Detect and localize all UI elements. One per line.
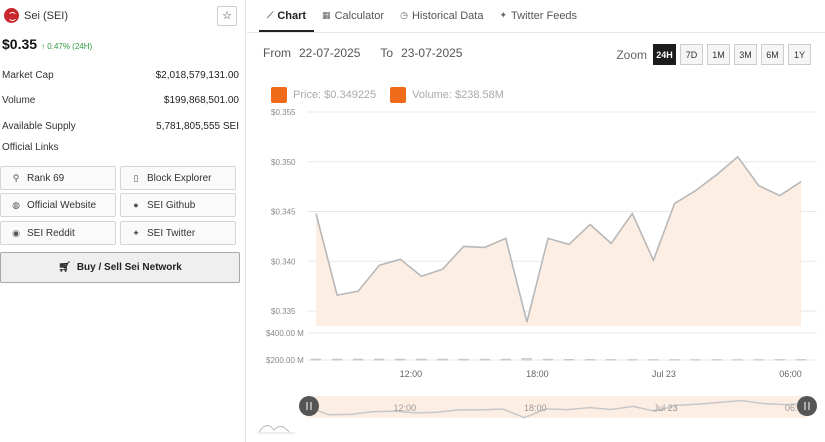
volume-bar [479, 358, 490, 361]
volume-bar [310, 358, 322, 361]
official-links-title: Official Links [2, 142, 59, 153]
rank-label: Rank 69 [27, 172, 65, 184]
volume-bar [331, 358, 343, 361]
cart-icon: 🛒︎ [58, 262, 71, 273]
navigator-x-label: 18:00 [524, 403, 547, 413]
block-explorer-button[interactable]: ▯ Block Explorer [120, 166, 236, 190]
navigator-right-handle[interactable] [797, 396, 817, 416]
github-label: SEI Github [147, 199, 196, 211]
price-volume-chart[interactable]: $0.355 $0.350 $0.345 $0.340 $0.335 $400.00 M $… [247, 0, 825, 442]
block-explorer-label: Block Explorer [147, 172, 212, 184]
volume-bar [416, 358, 427, 361]
navigator-x-label: Jul 23 [654, 403, 678, 413]
price-axis-label: $0.335 [271, 307, 296, 316]
volume-axis-label: $200.00 M [266, 356, 304, 365]
stat-label: Available Supply [2, 121, 76, 132]
official-website-label: Official Website [27, 199, 97, 211]
volume-bar [437, 358, 448, 361]
stat-volume: Volume $199,868,501.00 [2, 95, 239, 106]
volume-bar [542, 358, 554, 361]
volume-bar [500, 358, 511, 361]
stat-available-supply: Available Supply 5,781,805,555 SEI [2, 121, 239, 132]
twitter-icon: ✦ [132, 227, 140, 238]
volume-axis-label: $400.00 M [266, 329, 304, 338]
price-change-badge: ↑ 0.47% (24H) [41, 42, 93, 51]
price-axis-label: $0.350 [271, 158, 296, 167]
coin-name: Sei (SEI) [24, 9, 69, 22]
github-icon: ● [133, 200, 139, 210]
stat-label: Market Cap [2, 70, 54, 81]
reddit-button[interactable]: ◉ SEI Reddit [0, 221, 116, 245]
reddit-icon: ◉ [12, 227, 20, 238]
buy-sell-button[interactable]: 🛒︎ Buy / Sell Sei Network [0, 252, 240, 283]
rank-pin-icon: ⚲ [12, 172, 20, 183]
navigator-mini-series [258, 425, 290, 433]
coin-info-panel: Sei (SEI) ☆ $0.35 ↑ 0.47% (24H) Market C… [0, 0, 246, 442]
x-axis-label: Jul 23 [652, 369, 676, 379]
volume-bar [521, 358, 533, 361]
stat-label: Volume [2, 95, 36, 106]
star-icon: ☆ [222, 10, 232, 22]
reddit-label: SEI Reddit [27, 227, 75, 239]
x-axis-label: 18:00 [526, 369, 549, 379]
document-icon: ▯ [133, 172, 139, 183]
globe-icon: ◍ [12, 199, 20, 210]
volume-bar [395, 358, 406, 361]
navigator-x-label: 12:00 [394, 403, 417, 413]
coin-header: Sei (SEI) [4, 8, 68, 23]
stat-value: $2,018,579,131.00 [155, 70, 239, 81]
stat-market-cap: Market Cap $2,018,579,131.00 [2, 70, 239, 81]
navigator-selection [307, 396, 807, 418]
volume-bar [353, 358, 364, 361]
rank-button[interactable]: ⚲ Rank 69 [0, 166, 116, 190]
twitter-link-button[interactable]: ✦ SEI Twitter [120, 221, 236, 245]
sei-logo-icon [4, 8, 19, 23]
price-row: $0.35 ↑ 0.47% (24H) [2, 36, 92, 52]
x-axis-label: 06:00 [779, 369, 802, 379]
x-axis-label: 12:00 [400, 369, 423, 379]
volume-bar [458, 358, 469, 361]
favorite-star-button[interactable]: ☆ [217, 6, 237, 26]
volume-bar [374, 358, 385, 361]
chart-panel: ⟋ Chart ▦ Calculator ◷ Historical Data ✦… [247, 0, 825, 442]
price-axis-label: $0.355 [271, 108, 296, 117]
stat-value: $199,868,501.00 [163, 95, 239, 106]
navigator-left-handle[interactable] [299, 396, 319, 416]
price-axis-label: $0.340 [271, 257, 296, 266]
github-button[interactable]: ● SEI Github [120, 193, 236, 217]
volume-bar [563, 359, 575, 361]
official-website-button[interactable]: ◍ Official Website [0, 193, 116, 217]
current-price: $0.35 [2, 36, 38, 52]
stat-value: 5,781,805,555 SEI [156, 121, 239, 132]
buy-sell-label: Buy / Sell Sei Network [76, 262, 182, 273]
price-axis-label: $0.345 [271, 208, 296, 217]
twitter-link-label: SEI Twitter [147, 227, 196, 239]
